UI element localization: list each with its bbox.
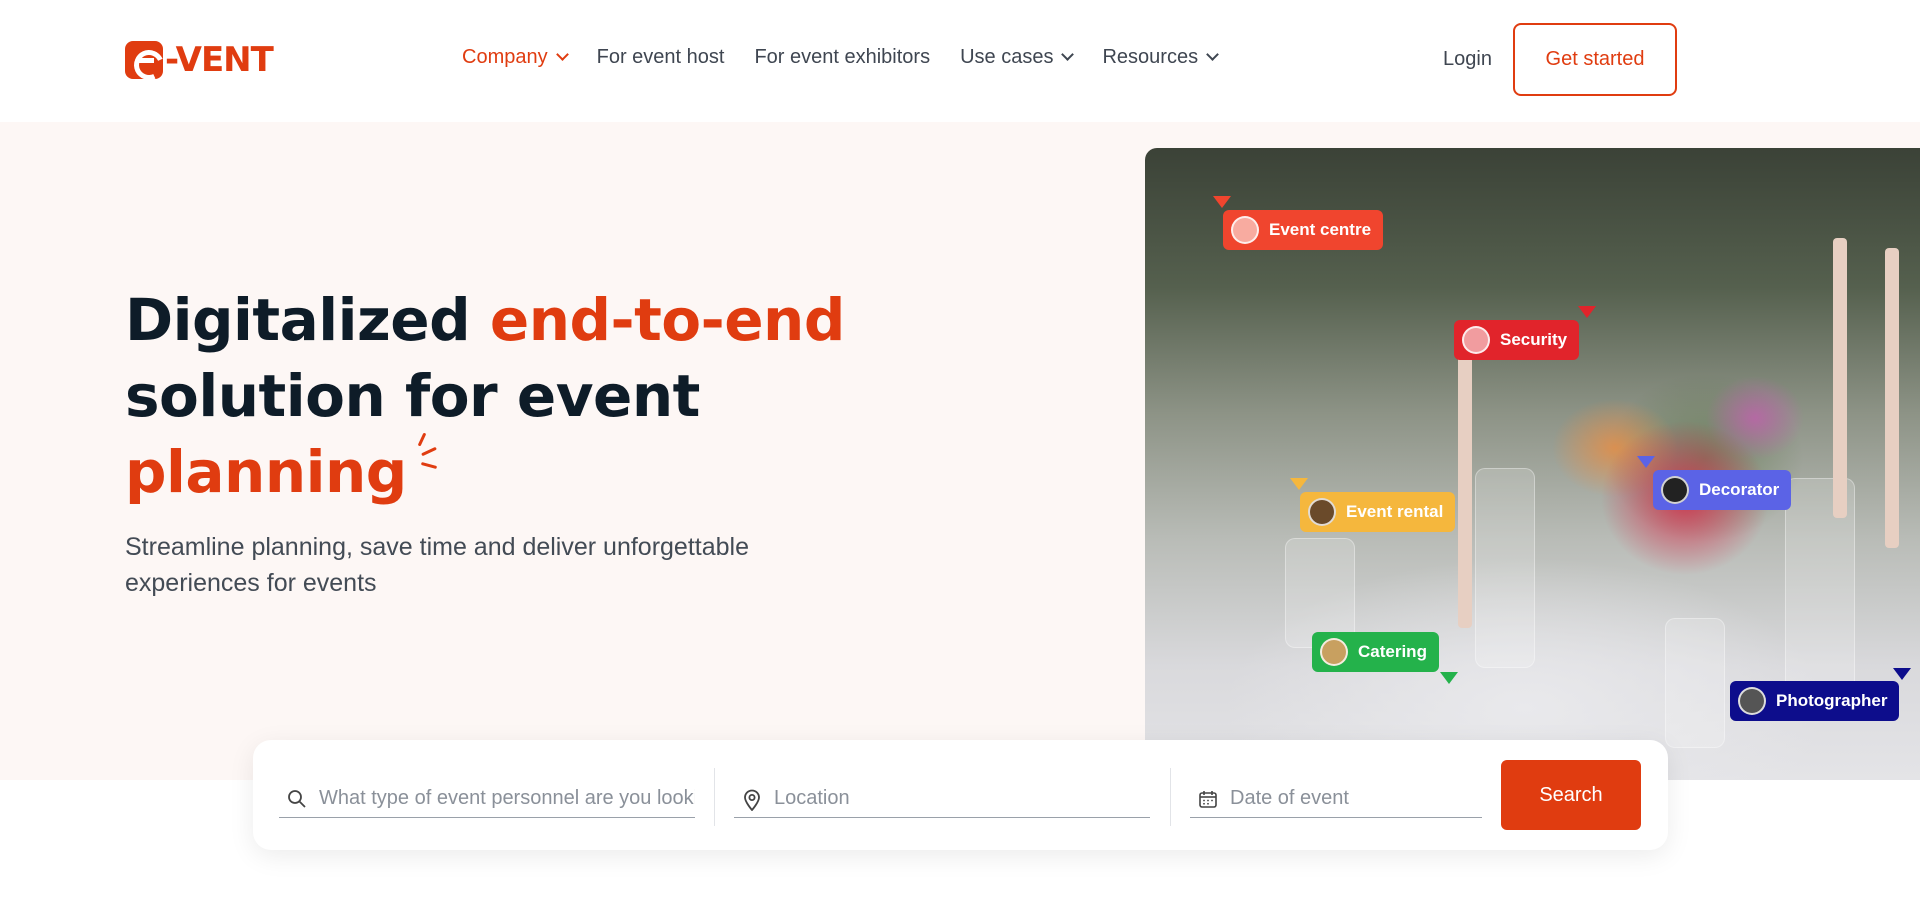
headline-accent-1: end-to-end — [489, 286, 846, 354]
headline-part1: Digitalized — [125, 286, 490, 354]
avatar — [1308, 498, 1336, 526]
tag-catering[interactable]: Catering — [1312, 632, 1439, 672]
tag-photographer-label: Photographer — [1776, 691, 1888, 710]
calendar-icon — [1198, 789, 1218, 809]
brand-logo[interactable]: -VENT — [125, 40, 274, 80]
hero-event-photo: Event centre Security Decorator Event re… — [1145, 148, 1920, 780]
location-pin-icon — [742, 789, 762, 811]
hero-headline: Digitalized end-to-end solution for even… — [125, 282, 845, 510]
personnel-input[interactable] — [319, 787, 695, 810]
avatar — [1738, 687, 1766, 715]
avatar — [1462, 326, 1490, 354]
nav-item-event-host[interactable]: For event host — [597, 46, 725, 69]
search-button[interactable]: Search — [1501, 760, 1641, 830]
nav-item-event-exhibitors[interactable]: For event exhibitors — [754, 46, 930, 69]
chevron-down-icon — [555, 48, 569, 61]
event-search-bar: Search — [253, 740, 1668, 850]
nav-item-resources[interactable]: Resources — [1102, 46, 1219, 69]
tag-event-rental[interactable]: Event rental — [1300, 492, 1456, 532]
field-divider — [1170, 768, 1171, 826]
date-input[interactable] — [1230, 787, 1482, 810]
headline-accent-2: planning — [125, 438, 407, 506]
tag-photographer[interactable]: Photographer — [1730, 681, 1900, 721]
get-started-button[interactable]: Get started — [1513, 23, 1677, 96]
logo-text: -VENT — [165, 40, 274, 80]
nav-item-event-host-label: For event host — [596, 46, 725, 68]
location-field[interactable] — [734, 780, 1150, 818]
avatar — [1661, 476, 1689, 504]
avatar — [1231, 216, 1259, 244]
tag-security[interactable]: Security — [1454, 320, 1580, 360]
logo-e-icon — [125, 41, 163, 79]
date-field[interactable] — [1190, 780, 1482, 818]
tag-security-label: Security — [1500, 330, 1568, 349]
field-divider — [714, 768, 715, 826]
tag-event-centre[interactable]: Event centre — [1223, 210, 1384, 250]
location-input[interactable] — [774, 787, 1150, 810]
login-link[interactable]: Login — [1443, 48, 1492, 71]
tag-event-rental-label: Event rental — [1346, 502, 1444, 521]
nav-item-company[interactable]: Company — [462, 46, 569, 69]
headline-part2: solution for event — [125, 362, 700, 430]
tag-event-centre-label: Event centre — [1269, 220, 1372, 239]
hero-subheading: Streamline planning, save time and deliv… — [125, 533, 749, 597]
tag-decorator-label: Decorator — [1699, 480, 1780, 499]
tag-catering-label: Catering — [1358, 642, 1427, 661]
nav-item-resources-label: Resources — [1102, 46, 1199, 68]
avatar — [1320, 638, 1348, 666]
nav-item-use-cases-label: Use cases — [960, 46, 1054, 68]
search-icon — [287, 789, 307, 809]
nav-item-company-label: Company — [462, 46, 548, 68]
tag-decorator[interactable]: Decorator — [1653, 470, 1792, 510]
main-menu: Company For event host For event exhibit… — [462, 46, 1247, 69]
sparkle-icon — [407, 432, 441, 474]
nav-item-use-cases[interactable]: Use cases — [960, 46, 1075, 69]
nav-item-event-exhibitors-label: For event exhibitors — [754, 46, 931, 68]
chevron-down-icon — [1061, 48, 1075, 61]
top-navigation: -VENT Company For event host For event e… — [0, 0, 1920, 122]
hero-section: Digitalized end-to-end solution for even… — [0, 122, 1920, 780]
chevron-down-icon — [1206, 48, 1219, 61]
personnel-field[interactable] — [279, 780, 695, 818]
